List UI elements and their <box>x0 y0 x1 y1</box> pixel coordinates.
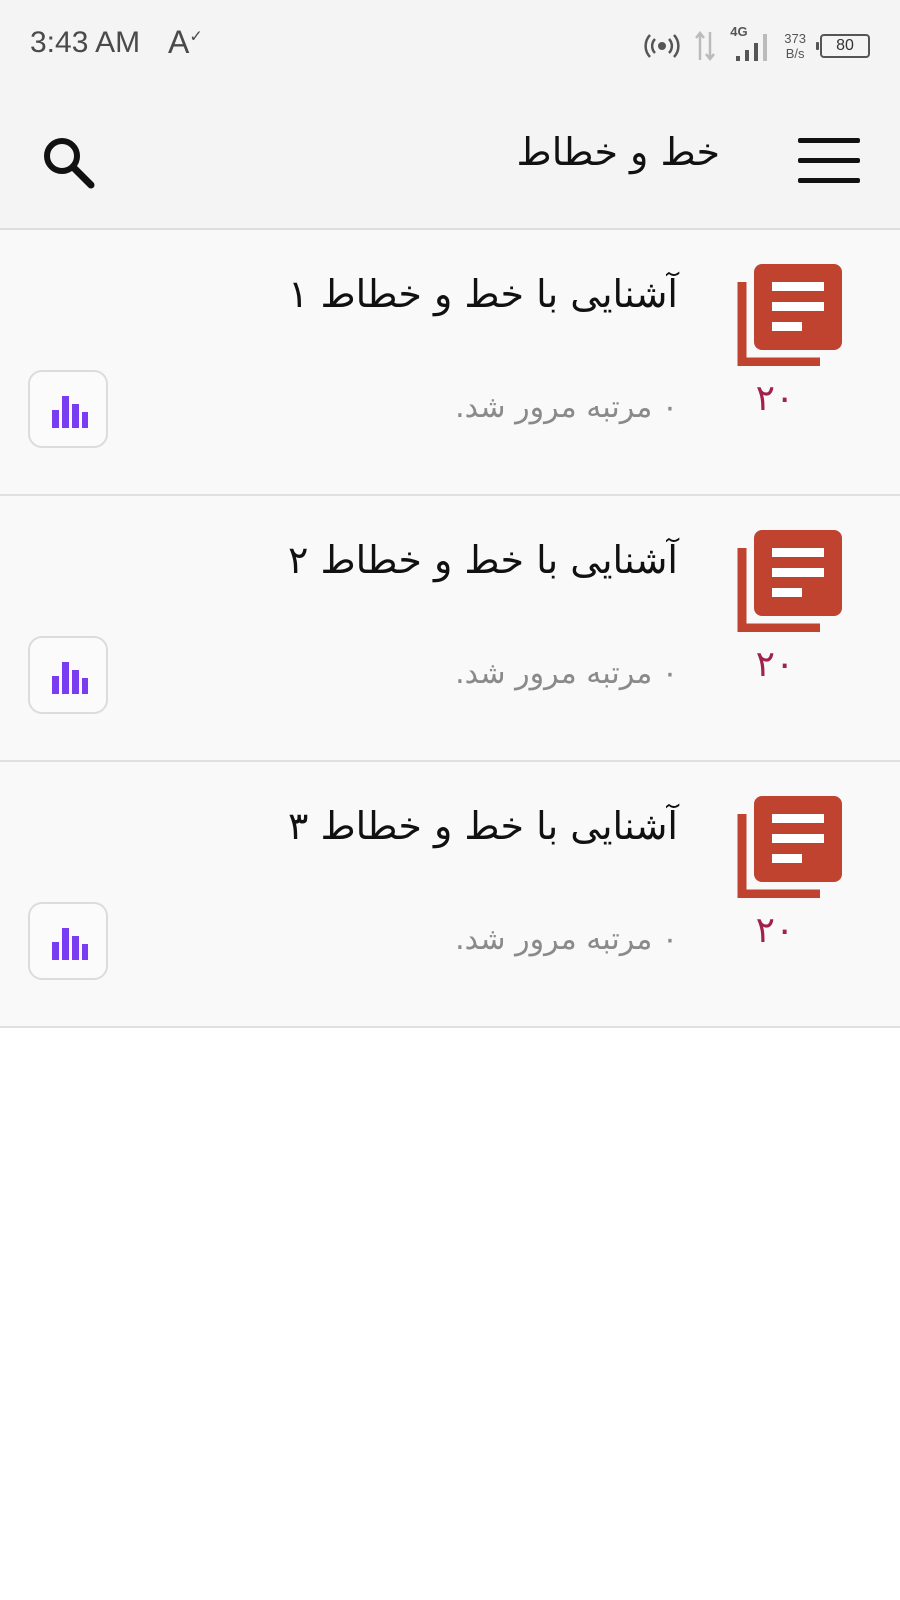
stats-button[interactable] <box>28 902 108 980</box>
network-speed: 373 B/s <box>784 31 806 61</box>
menu-button[interactable] <box>798 138 860 184</box>
signal-indicator: 4G <box>730 24 770 66</box>
stats-button[interactable] <box>28 636 108 714</box>
list-item[interactable]: آشنایی با خط و خطاط ۳ ۰ مرتبه مرور شد. ۲… <box>0 762 900 1028</box>
stats-button[interactable] <box>28 370 108 448</box>
hamburger-menu-icon-line <box>798 138 860 143</box>
document-stack-icon <box>737 530 842 632</box>
search-icon <box>44 138 95 189</box>
data-transfer-icon <box>695 30 716 62</box>
speed-unit: B/s <box>785 46 805 61</box>
item-review-count: ۰ مرتبه مرور شد. <box>455 390 678 425</box>
list-item[interactable]: آشنایی با خط و خطاط ۲ ۰ مرتبه مرور شد. ۲… <box>0 496 900 762</box>
bar-chart-icon <box>52 662 88 694</box>
bar-chart-icon <box>52 396 88 428</box>
document-stack-icon <box>737 796 842 898</box>
list-item[interactable]: آشنایی با خط و خطاط ۱ ۰ مرتبه مرور شد. ۲… <box>0 230 900 496</box>
font-indicator-icon: A✓ <box>168 24 203 61</box>
speed-value: 373 <box>784 31 806 46</box>
item-review-count: ۰ مرتبه مرور شد. <box>455 922 678 957</box>
app-bar: خط و خطاط <box>0 90 900 230</box>
hamburger-menu-icon-line <box>798 178 860 183</box>
status-icons: 4G 373 B/s 80 <box>644 24 870 68</box>
item-title: آشنایی با خط و خطاط ۱ <box>288 272 678 316</box>
signal-bars-icon <box>736 34 768 61</box>
item-title: آشنایی با خط و خطاط ۳ <box>288 804 678 848</box>
document-stack-icon <box>737 264 842 366</box>
lesson-list: آشنایی با خط و خطاط ۱ ۰ مرتبه مرور شد. ۲… <box>0 230 900 1028</box>
search-button[interactable] <box>36 130 100 194</box>
item-review-count: ۰ مرتبه مرور شد. <box>455 656 678 691</box>
hamburger-menu-icon-line <box>798 158 860 163</box>
item-count: ۲۰ <box>755 644 795 685</box>
status-time: 3:43 AM <box>30 26 141 59</box>
page-title: خط و خطاط <box>516 130 720 174</box>
hotspot-icon <box>644 34 680 58</box>
battery-indicator: 80 <box>816 34 870 58</box>
item-count: ۲۰ <box>755 378 795 419</box>
bar-chart-icon <box>52 928 88 960</box>
item-title: آشنایی با خط و خطاط ۲ <box>288 538 678 582</box>
font-indicator-check: ✓ <box>189 28 203 46</box>
status-bar: 3:43 AM A✓ 4G 373 B/s 80 <box>0 0 900 90</box>
font-indicator-letter: A <box>168 24 190 60</box>
item-count: ۲۰ <box>755 910 795 951</box>
